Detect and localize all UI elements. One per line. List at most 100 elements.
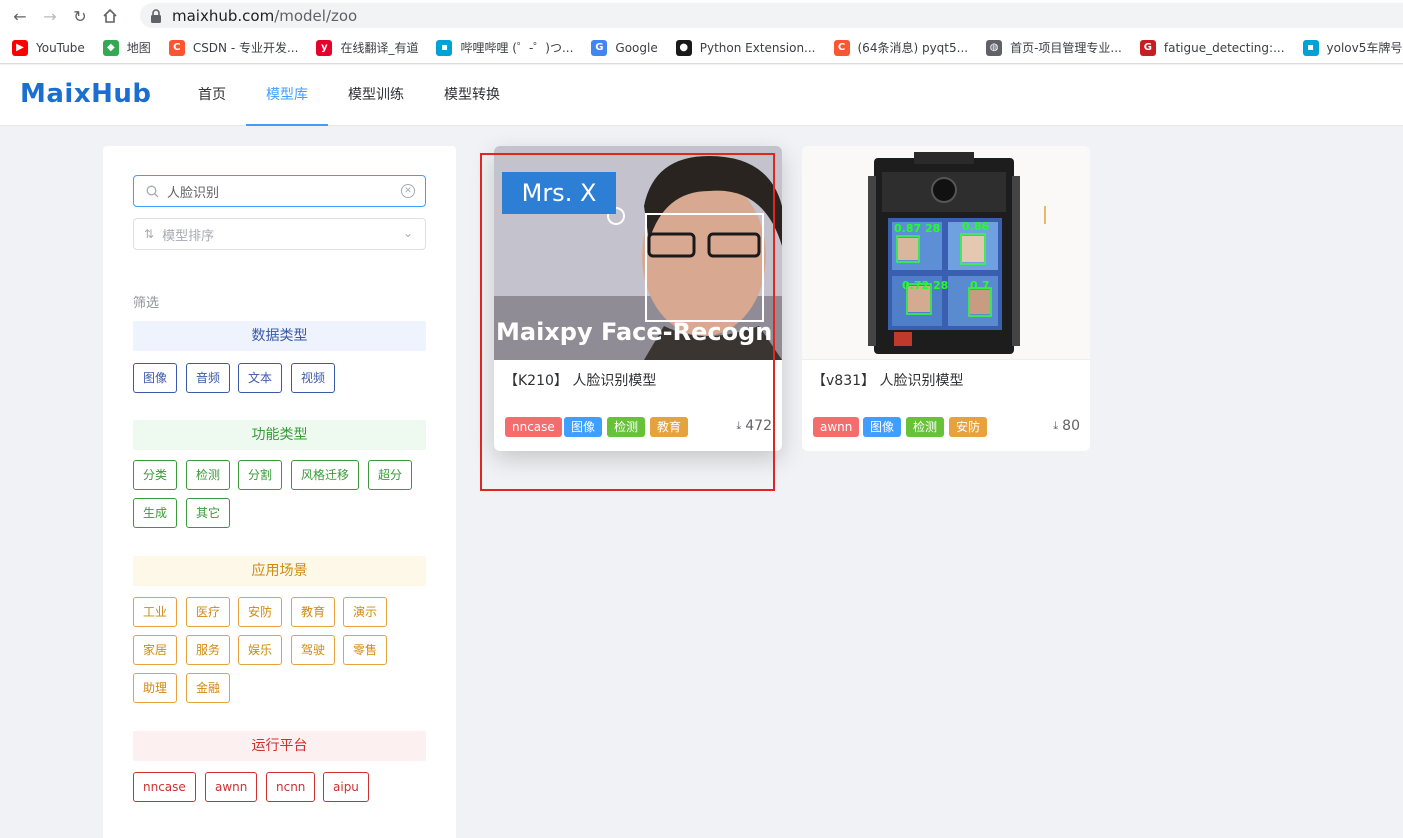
google-icon: G (591, 39, 608, 56)
reload-icon[interactable]: ↻ (70, 6, 90, 26)
tab-model-zoo[interactable]: 模型库 (246, 65, 328, 126)
filter-label: 筛选 (133, 296, 160, 311)
bookmark-label: 哔哩哔哩 (゜-゜)つ... (460, 41, 574, 55)
maps-icon: ◆ (102, 39, 119, 56)
tag-function: 检测 (906, 417, 945, 437)
csdn-icon: C (168, 39, 185, 56)
gitee-icon: G (1139, 39, 1156, 56)
filter-chip-platform[interactable]: awnn (205, 772, 258, 802)
detection-label: 0.86 (962, 220, 990, 233)
search-icon (146, 185, 159, 197)
filter-chip-data-type[interactable]: 图像 (133, 363, 178, 393)
bookmark-label: fatigue_detecting:... (1163, 40, 1285, 55)
section-platform: 运行平台 (133, 731, 426, 761)
search-input[interactable]: 人脸识别 ✕ (133, 175, 426, 207)
bilibili-icon: ▪ (1302, 39, 1319, 56)
model-thumbnail: 0.87 28 0.86 0.72 28 0.7 (802, 146, 1090, 360)
filter-chip-function-type[interactable]: 超分 (368, 460, 413, 490)
sort-placeholder: 模型排序 (162, 228, 215, 244)
tab-home[interactable]: 首页 (178, 65, 246, 126)
filter-chip-scene[interactable]: 家居 (133, 635, 178, 665)
home-icon[interactable] (100, 6, 120, 26)
bookmark-item[interactable]: C CSDN - 专业开发... (168, 39, 299, 56)
filter-chip-scene[interactable]: 医疗 (186, 597, 231, 627)
youtube-icon: ▶ (12, 39, 28, 56)
filter-chip-scene[interactable]: 金融 (186, 673, 231, 703)
sort-icon: ⇅ (144, 227, 155, 241)
filter-chip-scene[interactable]: 驾驶 (291, 635, 336, 665)
filter-chip-function-type[interactable]: 生成 (133, 498, 178, 528)
url-host: maixhub.com (172, 6, 275, 25)
youdao-icon: y (316, 39, 333, 56)
bookmark-item[interactable]: G Google (591, 39, 658, 56)
bookmark-item[interactable]: Gfatigue_detecting:... (1139, 39, 1285, 56)
bookmark-item[interactable]: C (64条消息) pyqt5... (833, 39, 968, 56)
bookmark-item[interactable]: ● Python Extension... (675, 39, 816, 56)
filter-chip-scene[interactable]: 娱乐 (238, 635, 283, 665)
filter-chip-scene[interactable]: 零售 (343, 635, 388, 665)
sort-select[interactable]: ⇅ 模型排序 ⌄ (133, 218, 426, 250)
annotation-highlight-box (480, 153, 775, 491)
filter-chip-function-type[interactable]: 风格迁移 (291, 460, 360, 490)
filter-chip-function-type[interactable]: 分割 (238, 460, 283, 490)
section-function-type: 功能类型 (133, 420, 426, 450)
filter-chip-scene[interactable]: 演示 (343, 597, 388, 627)
globe-icon: ◍ (986, 39, 1003, 56)
filter-chip-scene[interactable]: 工业 (133, 597, 178, 627)
tag-data-type: 图像 (863, 417, 902, 437)
bookmark-label: 在线翻译_有道 (340, 41, 419, 55)
filter-chip-scene[interactable]: 教育 (291, 597, 336, 627)
section-application-scene: 应用场景 (133, 556, 426, 586)
section-data-type: 数据类型 (133, 321, 426, 351)
chevron-down-icon: ⌄ (402, 226, 413, 240)
address-bar[interactable]: maixhub.com/model/zoo (140, 3, 1403, 28)
filter-chip-function-type[interactable]: 分类 (133, 460, 178, 490)
filter-chip-data-type[interactable]: 文本 (238, 363, 283, 393)
filter-chip-function-type[interactable]: 检测 (186, 460, 231, 490)
download-icon: ⤓ (1053, 419, 1059, 432)
model-card-v831[interactable]: 0.87 28 0.86 0.72 28 0.7 【v831】 人脸识别模型 a… (802, 146, 1090, 451)
back-arrow-icon[interactable]: ← (10, 6, 30, 26)
detection-label: 0.72 28 (902, 279, 949, 292)
tag-scene: 安防 (949, 417, 988, 437)
download-count: ⤓ 80 (1053, 418, 1080, 434)
search-value: 人脸识别 (167, 185, 220, 201)
bookmark-item[interactable]: ▪ 哔哩哔哩 (゜-゜)つ... (436, 39, 573, 56)
bookmark-item[interactable]: ▶ YouTube (12, 39, 85, 56)
bookmark-label: Python Extension... (699, 40, 816, 55)
filter-chip-scene[interactable]: 助理 (133, 673, 178, 703)
filter-chip-scene[interactable]: 安防 (238, 597, 283, 627)
tab-model-training[interactable]: 模型训练 (328, 65, 424, 126)
bookmark-item[interactable]: ▪ yolov5车牌号检测... (1302, 39, 1403, 56)
forward-arrow-icon[interactable]: → (40, 6, 60, 26)
bookmark-item[interactable]: ◆ 地图 (102, 39, 151, 56)
filter-chip-scene[interactable]: 服务 (186, 635, 231, 665)
python-ext-icon: ● (675, 39, 692, 56)
bookmark-item[interactable]: y 在线翻译_有道 (316, 39, 418, 56)
clear-icon[interactable]: ✕ (401, 184, 415, 198)
site-header: MaixHub 首页 模型库 模型训练 模型转换 (0, 65, 1403, 126)
bookmark-item[interactable]: ◍ 首页-项目管理专业... (986, 39, 1122, 56)
tab-model-convert[interactable]: 模型转换 (424, 65, 520, 126)
bookmark-label: YouTube (36, 40, 85, 55)
bookmark-label: yolov5车牌号检测... (1326, 41, 1403, 55)
url-path: /model/zoo (274, 6, 358, 25)
filter-chip-platform[interactable]: ncnn (266, 772, 316, 802)
bookmark-label: Google (615, 40, 658, 55)
filter-chip-platform[interactable]: aipu (323, 772, 369, 802)
card-title[interactable]: 【v831】 人脸识别模型 (812, 370, 963, 390)
filter-chip-platform[interactable]: nncase (133, 772, 196, 802)
detection-label: 0.87 28 (894, 222, 941, 235)
maixhub-logo[interactable]: MaixHub (20, 79, 151, 109)
filter-sidebar: 人脸识别 ✕ ⇅ 模型排序 ⌄ 筛选 数据类型 功能类型 应用场景 运行平台 图… (103, 146, 456, 838)
lock-icon (151, 8, 161, 23)
bookmark-label: 地图 (126, 41, 151, 55)
tag-platform: awnn (813, 417, 860, 437)
bookmarks-bar: ▶ YouTube ◆ 地图 C CSDN - 专业开发... y 在线翻译_有道 ▪ 哔哩哔哩 … (0, 32, 1403, 64)
download-number: 80 (1062, 418, 1080, 434)
browser-toolbar: ← → ↻ maixhub.com/model/zoo (0, 0, 1403, 32)
bookmark-label: CSDN - 专业开发... (192, 41, 299, 55)
filter-chip-data-type[interactable]: 视频 (291, 363, 336, 393)
filter-chip-function-type[interactable]: 其它 (186, 498, 231, 528)
filter-chip-data-type[interactable]: 音频 (186, 363, 231, 393)
